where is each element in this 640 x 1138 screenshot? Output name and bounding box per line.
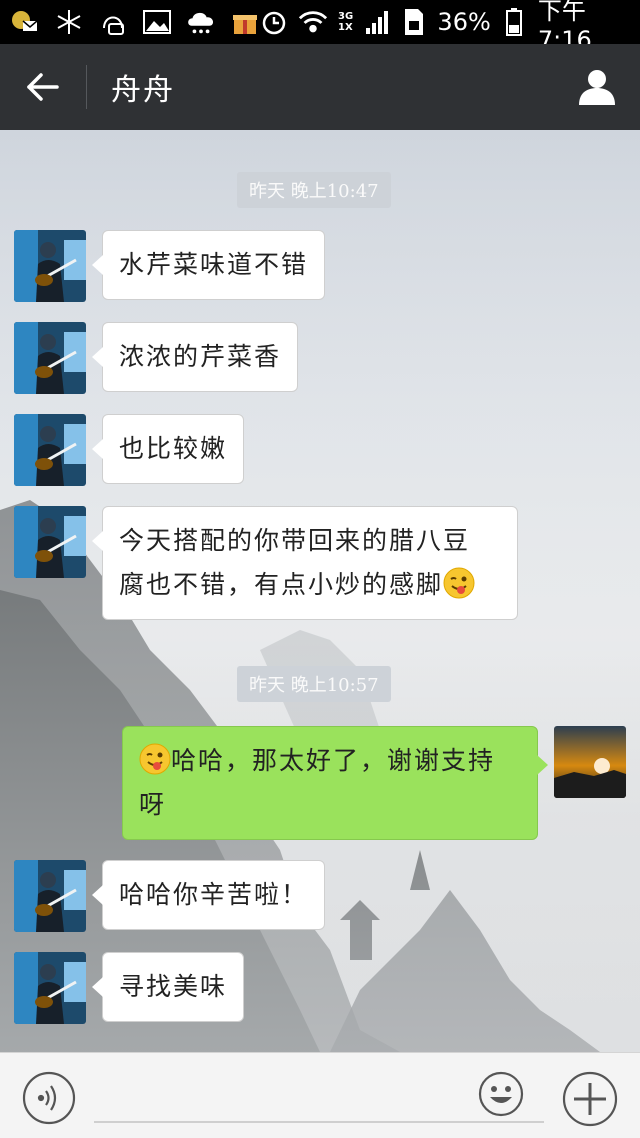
guitar-player-avatar-image — [14, 322, 86, 394]
network-indicator: 3G 1X — [338, 11, 353, 33]
alarm-icon — [260, 7, 288, 37]
message-text: 也比较嫩 — [119, 434, 228, 463]
status-bar: 3G 1X 36% 下午7:16 — [0, 0, 640, 54]
message-bubble-incoming[interactable]: 水芹菜味道不错 — [91, 230, 326, 300]
voice-icon — [22, 1071, 76, 1125]
message-bubble-outgoing[interactable]: 哈哈，那太好了，谢谢支持 呀 — [122, 726, 548, 840]
wifi-icon — [298, 7, 328, 37]
message-bubble-incoming[interactable]: 浓浓的芹菜香 — [91, 322, 299, 392]
signal-icon — [363, 7, 390, 37]
winking-tongue-emoji-icon — [139, 743, 171, 775]
contact-avatar[interactable] — [14, 322, 86, 394]
chat-message-list[interactable]: 昨天 晚上10:47 水芹菜味道不错 浓浓的芹菜香 也比较嫩 今天搭配的你带回来… — [0, 130, 640, 1052]
message-text: 哈哈你辛苦啦！ — [119, 880, 309, 909]
battery-icon — [501, 7, 528, 37]
message-bubble-incoming[interactable]: 今天搭配的你带回来的腊八豆 腐也不错，有点小炒的感脚 — [92, 506, 518, 620]
contact-profile-button[interactable] — [554, 44, 640, 130]
message-text-line: 呀 — [139, 790, 167, 819]
message-notification-icon — [10, 7, 40, 37]
message-text: 寻找美味 — [119, 972, 228, 1001]
guitar-player-avatar-image — [14, 506, 86, 578]
guitar-player-avatar-image — [14, 952, 86, 1024]
message-text-line: 腐也不错，有点小炒的感脚 — [119, 570, 444, 599]
snowflake-icon — [54, 7, 84, 37]
network-type-top: 3G — [338, 11, 354, 22]
page-title: 舟舟 — [111, 73, 175, 108]
message-bubble-incoming[interactable]: 也比较嫩 — [91, 414, 245, 484]
contact-avatar[interactable] — [14, 506, 86, 578]
winking-tongue-emoji-icon — [443, 567, 475, 599]
back-button[interactable] — [0, 44, 86, 130]
contact-avatar[interactable] — [14, 952, 86, 1024]
timestamp-divider: 昨天 晚上10:57 — [237, 666, 391, 702]
contact-avatar[interactable] — [14, 230, 86, 302]
chat-header: 舟舟 — [0, 44, 640, 130]
voice-input-button[interactable] — [22, 1071, 76, 1125]
gift-box-icon — [230, 7, 260, 37]
sunset-avatar-image — [554, 726, 626, 798]
smiley-icon — [478, 1071, 524, 1117]
my-avatar[interactable] — [554, 726, 626, 798]
contact-avatar[interactable] — [14, 860, 86, 932]
battery-percentage: 36% — [437, 8, 491, 36]
contact-avatar[interactable] — [14, 414, 86, 486]
guitar-player-avatar-image — [14, 230, 86, 302]
person-icon — [579, 70, 615, 105]
guitar-player-avatar-image — [14, 414, 86, 486]
timestamp-divider: 昨天 晚上10:47 — [237, 172, 391, 208]
gallery-icon — [142, 7, 172, 37]
guitar-player-avatar-image — [14, 860, 86, 932]
sim-card-icon — [400, 7, 427, 37]
qq-chat-icon — [98, 7, 128, 37]
message-text-field[interactable] — [94, 1077, 544, 1123]
message-bubble-incoming[interactable]: 寻找美味 — [91, 952, 245, 1022]
network-type-bottom: 1X — [338, 22, 353, 33]
message-bubble-incoming[interactable]: 哈哈你辛苦啦！ — [91, 860, 326, 930]
message-text: 水芹菜味道不错 — [119, 250, 309, 279]
header-divider — [86, 65, 87, 109]
weather-cloud-icon — [186, 7, 216, 37]
plus-icon — [562, 1071, 618, 1127]
message-text-line: 哈哈，那太好了，谢谢支持 — [171, 746, 496, 775]
message-text: 浓浓的芹菜香 — [119, 342, 282, 371]
more-options-button[interactable] — [562, 1071, 618, 1127]
emoji-picker-button[interactable] — [478, 1071, 524, 1117]
message-text-line: 今天搭配的你带回来的腊八豆 — [119, 526, 471, 555]
back-arrow-icon — [27, 73, 59, 101]
message-input-bar — [0, 1052, 640, 1138]
